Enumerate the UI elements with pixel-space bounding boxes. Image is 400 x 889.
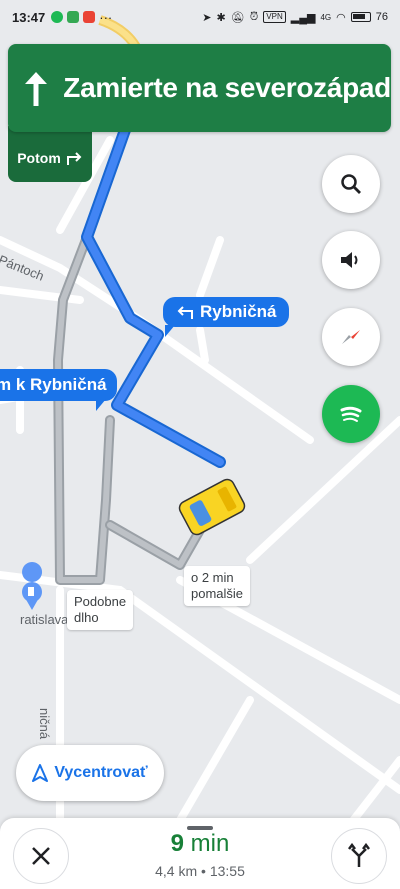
- signal-icon: ▂▄▆: [290, 11, 316, 24]
- search-button[interactable]: [322, 155, 380, 213]
- alarm-icon: ⏰︎: [249, 10, 259, 23]
- trip-summary-bar[interactable]: 9 min 4,4 km • 13:55: [0, 818, 400, 889]
- turn-left-icon: [177, 306, 193, 319]
- battery-icon: [350, 12, 371, 22]
- sound-button[interactable]: [322, 231, 380, 289]
- location-icon: ➤: [202, 11, 212, 24]
- instruction-text: Zamierte na severozápad: [63, 72, 391, 103]
- route-label-text: m k Rybničná: [0, 375, 107, 394]
- straight-arrow-icon: [8, 44, 63, 132]
- maps-notification-icon: [67, 11, 80, 23]
- turn-label-rybnicna: Rybničná: [163, 297, 289, 337]
- network-type: 4G: [320, 12, 332, 22]
- arrival-time: 13:55: [209, 863, 245, 879]
- route-fork-icon: [348, 843, 370, 867]
- road-name-rybnicna: ničná: [37, 708, 52, 740]
- gmail-notification-icon: [83, 11, 96, 23]
- bluetooth-icon: ✱: [216, 11, 226, 24]
- more-notifications-icon: ···: [99, 9, 113, 25]
- volume-icon: [341, 252, 358, 268]
- compass-button[interactable]: [322, 308, 380, 366]
- status-icons: ➤ ✱ 🔕︎ ⏰︎ VPN ▂▄▆ 4G ◠ 76: [202, 11, 388, 24]
- then-label: Potom: [17, 150, 61, 166]
- place-name-bratislava: ratislava: [20, 612, 69, 627]
- status-time: 13:47: [12, 9, 46, 25]
- navigation-arrow-icon: [32, 764, 49, 782]
- next-maneuver-chip[interactable]: Potom: [8, 126, 92, 182]
- battery-level: 76: [375, 11, 388, 23]
- alternate-routes-button[interactable]: [331, 828, 387, 884]
- spotify-icon: [340, 406, 362, 422]
- duration-value: 9: [170, 830, 184, 857]
- spotify-notification-icon: [51, 11, 64, 23]
- duration-unit: min: [190, 830, 230, 857]
- route-label-k-rybnicna: m k Rybničná: [0, 369, 117, 411]
- trip-distance: 4,4 km: [155, 863, 198, 879]
- status-bar: 13:47 ··· ➤ ✱ 🔕︎ ⏰︎ VPN ▂▄▆ 4G ◠ 76: [0, 0, 400, 34]
- recenter-button[interactable]: Vycentrovať: [16, 745, 164, 801]
- separator-dot: •: [201, 863, 210, 879]
- wifi-icon: ◠: [336, 11, 346, 24]
- instruction-banner[interactable]: Zamierte na severozápad: [8, 44, 391, 132]
- mute-icon: 🔕︎: [230, 11, 245, 24]
- recenter-label: Vycentrovať: [54, 764, 148, 781]
- alt-route-slower-label[interactable]: o 2 min pomalšie: [184, 566, 251, 606]
- spotify-button[interactable]: [322, 385, 380, 443]
- turn-label-text: Rybničná: [200, 302, 277, 321]
- turn-right-icon: [66, 152, 82, 165]
- search-icon: [341, 174, 361, 194]
- vpn-badge: VPN: [263, 11, 286, 23]
- compass-icon: [342, 330, 360, 344]
- alt-route-similar-label[interactable]: Podobne dlho: [67, 590, 134, 630]
